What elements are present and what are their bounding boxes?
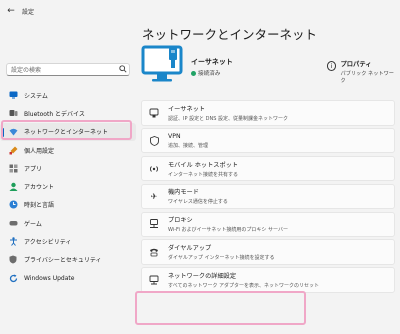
search-input[interactable]: 設定の検索 [7,65,119,74]
brush-icon [8,145,18,155]
proxy-icon [148,218,160,230]
properties-subtitle: パブリック ネットワーク [340,71,394,84]
card-proxy[interactable]: プロキシ Wi-Fi およびイーサネット接続用のプロキシ サーバー [141,211,395,238]
windows-update-icon [8,273,18,283]
monitor-icon [8,90,18,100]
sidebar-nav: システム Bluetooth とデバイス ネットワークとインターネット 個人用設… [0,86,136,287]
sidebar-item-accessibility[interactable]: アクセシビリティ [0,232,136,250]
sidebar-item-time-language[interactable]: 時刻と言語 [0,196,136,214]
card-airplane-mode[interactable]: ✈ 機内モード ワイヤレス通信を停止する [141,183,395,210]
sidebar-item-privacy[interactable]: プライバシーとセキュリティ [0,251,136,269]
airplane-icon: ✈ [150,191,158,201]
card-dialup[interactable]: ダイヤルアップ ダイヤルアップ インターネット接続を設定する [141,239,395,265]
properties-title: プロパティ [340,61,372,68]
title-bar: ← 設定 [0,0,400,22]
sidebar-item-network[interactable]: ネットワークとインターネット [0,122,136,141]
accessibility-icon [8,237,18,247]
advanced-network-icon [148,274,160,286]
game-icon [8,218,18,228]
connection-name: イーサネット [191,58,233,66]
search-box[interactable]: 設定の検索 [6,63,130,76]
vpn-shield-icon [148,135,160,147]
card-vpn[interactable]: VPN 追加、接続、管理 [141,127,395,154]
page-title: ネットワークとインターネット [142,27,318,42]
account-icon [8,182,18,192]
highlight-frame-advanced-network [135,291,306,325]
search-icon[interactable] [119,64,129,75]
sidebar-item-personalization[interactable]: 個人用設定 [0,141,136,159]
sidebar-item-accounts[interactable]: アカウント [0,177,136,195]
bluetooth-devices-icon [8,108,18,118]
sidebar-item-apps[interactable]: アプリ [0,159,136,177]
monitor-ethernet-icon [141,45,187,85]
info-icon: i [327,61,337,71]
dialup-icon [148,246,160,258]
properties-link[interactable]: i プロパティ パブリック ネットワーク [327,59,395,84]
sidebar-item-windows-update[interactable]: Windows Update [0,269,136,287]
apps-icon [8,163,18,173]
wifi-network-icon [8,127,18,137]
shield-icon [8,255,18,265]
sidebar-item-gaming[interactable]: ゲーム [0,214,136,232]
card-ethernet[interactable]: イーサネット 認証、IP 設定と DNS 設定、従量制課金ネットワーク [141,100,395,126]
hotspot-icon [148,163,160,175]
connection-summary: イーサネット 接続済み i プロパティ パブリック ネットワーク [141,45,395,97]
connected-status-dot-icon [191,70,196,76]
sidebar-item-bluetooth[interactable]: Bluetooth とデバイス [0,104,136,122]
card-hotspot[interactable]: モバイル ホットスポット インターネット接続を共有する [141,155,395,182]
connection-status: 接続済み [191,69,220,77]
ethernet-icon [148,107,160,119]
time-language-icon [8,200,18,210]
settings-list: イーサネット 認証、IP 設定と DNS 設定、従量制課金ネットワーク VPN 追加… [141,100,395,295]
app-title: 設定 [22,8,35,16]
connection-status-text: 接続済み [198,71,221,77]
card-advanced-network[interactable]: ネットワークの詳細設定 すべてのネットワーク アダプターを表示、ネットワークのリセ… [141,267,395,293]
sidebar-item-system[interactable]: システム [0,86,136,104]
arrow-left-icon[interactable]: ← [4,4,18,18]
